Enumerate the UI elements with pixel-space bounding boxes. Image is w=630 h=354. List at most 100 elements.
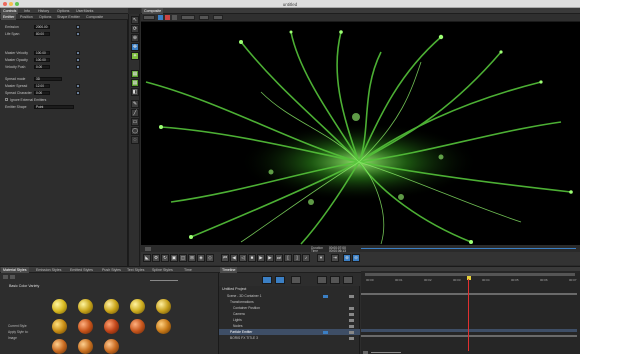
prev-frame-icon[interactable]: ◀: [230, 254, 238, 262]
timeline-zoom-slider[interactable]: [371, 352, 401, 353]
style-thumbnail[interactable]: [130, 299, 145, 314]
grid-toggle[interactable]: [213, 15, 223, 20]
timeline-tracks[interactable]: 00:00 00:01 00:02 00:03 00:04 00:05 00:0…: [361, 271, 580, 354]
pointer-tool-icon[interactable]: ↖: [131, 16, 139, 24]
ellipse-tool-icon[interactable]: ◯: [131, 127, 139, 135]
emitter-shape-select[interactable]: Point: [34, 104, 74, 109]
brush-tool-icon[interactable]: ╱: [131, 109, 139, 117]
loop-icon[interactable]: ↻: [161, 254, 169, 262]
mask-tool-icon[interactable]: ◧: [131, 88, 139, 96]
list-view-icon[interactable]: [317, 276, 327, 284]
go-start-icon[interactable]: ⏮: [221, 254, 229, 262]
keyframe-view-icon[interactable]: [330, 276, 340, 284]
tab-spline-styles[interactable]: Spline Styles: [150, 267, 175, 273]
emission-field[interactable]: 2000.00: [34, 24, 50, 29]
render-icon[interactable]: ◣: [143, 254, 151, 262]
layer2-tool-icon[interactable]: ▦: [131, 79, 139, 87]
style-thumbnail[interactable]: [52, 299, 67, 314]
rect-tool-icon[interactable]: ▭: [131, 118, 139, 126]
track-lock-icon[interactable]: [349, 294, 354, 298]
style-thumbnail[interactable]: [52, 339, 67, 354]
track-lock-icon[interactable]: [349, 336, 354, 340]
grid-view-icon[interactable]: [291, 276, 301, 284]
track-visibility-icon[interactable]: [323, 294, 328, 298]
track-visibility-icon[interactable]: [323, 330, 328, 334]
track-toggle-icon[interactable]: [349, 306, 354, 310]
master-opacity-field[interactable]: 100.00: [34, 57, 50, 62]
style-thumbnail[interactable]: [156, 319, 171, 334]
zoom-tool-icon[interactable]: ⊕: [131, 34, 139, 42]
quality-select[interactable]: [181, 15, 195, 20]
keyframe-toggle[interactable]: [76, 50, 80, 55]
out-point-icon[interactable]: ]: [293, 254, 301, 262]
keyframe-toggle[interactable]: [76, 24, 80, 29]
track-row[interactable]: Untitled Project: [219, 286, 360, 292]
view-select[interactable]: [143, 15, 155, 20]
track-row[interactable]: BORIS FX TITLE 3: [219, 335, 360, 341]
tab-composite[interactable]: Composite: [84, 14, 105, 20]
ignore-external-checkbox[interactable]: [5, 98, 8, 101]
play-reverse-icon[interactable]: ◁: [239, 254, 247, 262]
tab-options-sub[interactable]: Options: [37, 14, 53, 20]
style-thumbnail[interactable]: [78, 319, 93, 334]
tab-emitted-styles[interactable]: Emitted Styles: [68, 267, 95, 273]
red-channel-icon[interactable]: [165, 15, 170, 20]
extra-icon[interactable]: ▾: [317, 254, 325, 262]
master-velocity-field[interactable]: 100.00: [34, 50, 50, 55]
style-thumbnail[interactable]: [130, 319, 145, 334]
spread-character-field[interactable]: 0.00: [34, 90, 50, 95]
track-lock-icon[interactable]: [349, 330, 354, 334]
master-spread-field[interactable]: 12.00: [34, 83, 50, 88]
zoom-out-icon[interactable]: ⊖: [352, 254, 360, 262]
keyframe-toggle[interactable]: [76, 64, 80, 69]
tab-emitter[interactable]: Emitter: [1, 14, 17, 20]
tab-push-styles[interactable]: Push Styles: [100, 267, 123, 273]
style-thumbnail[interactable]: [78, 299, 93, 314]
tab-material-styles[interactable]: Material Styles: [1, 267, 29, 273]
composite-viewer[interactable]: [141, 22, 580, 245]
frame-icon[interactable]: ◫: [179, 254, 187, 262]
life-span-field[interactable]: 80.00: [34, 31, 50, 36]
tab-emission-styles[interactable]: Emission Styles: [34, 267, 63, 273]
tab-timeline[interactable]: Timeline: [220, 267, 238, 273]
track-toggle-icon[interactable]: [349, 324, 354, 328]
zoom-in-icon[interactable]: ⊕: [343, 254, 351, 262]
add-emitter-icon[interactable]: [275, 276, 285, 284]
play-icon[interactable]: ▶: [257, 254, 265, 262]
new-style-icon[interactable]: [10, 275, 15, 279]
tab-position[interactable]: Position: [18, 14, 35, 20]
audio-icon[interactable]: ♪: [302, 254, 310, 262]
speed-icon[interactable]: ⇥: [331, 254, 339, 262]
pen-tool-icon[interactable]: ✎: [131, 100, 139, 108]
time-slider[interactable]: [361, 248, 576, 249]
style-thumbnail[interactable]: [156, 299, 171, 314]
zoom-select[interactable]: [199, 15, 209, 20]
track-toggle-icon[interactable]: [349, 312, 354, 316]
keyframe-toggle[interactable]: [76, 83, 80, 88]
rotate-tool-icon[interactable]: ⟳: [131, 25, 139, 33]
style-thumbnail[interactable]: [78, 339, 93, 354]
style-thumbnail[interactable]: [104, 339, 119, 354]
keyframe-toggle[interactable]: [76, 31, 80, 36]
style-thumbnail[interactable]: [104, 299, 119, 314]
emitter-track-bar[interactable]: [361, 329, 577, 332]
tab-text-styles[interactable]: Text Styles: [125, 267, 146, 273]
keyframe-toggle[interactable]: [76, 57, 80, 62]
in-point-icon[interactable]: [: [284, 254, 292, 262]
style-thumbnail[interactable]: [104, 319, 119, 334]
rgb-icon[interactable]: [158, 15, 163, 20]
folder-icon[interactable]: [3, 275, 8, 279]
channel-icon[interactable]: [172, 15, 177, 20]
marker-icon[interactable]: ◈: [197, 254, 205, 262]
move-tool-icon[interactable]: ✥: [131, 43, 139, 51]
go-end-icon[interactable]: ⏭: [275, 254, 283, 262]
velocity-push-field[interactable]: 0.00: [34, 64, 50, 69]
settings-icon[interactable]: ⚙: [152, 254, 160, 262]
layer-tool-icon[interactable]: ▦: [131, 70, 139, 78]
keyframe-toggle[interactable]: [76, 90, 80, 95]
playhead-line[interactable]: [468, 279, 469, 351]
title-track-bar[interactable]: [361, 335, 577, 337]
scene-track-bar[interactable]: [361, 293, 577, 295]
stop-icon[interactable]: ■: [248, 254, 256, 262]
safe-area-icon[interactable]: ⊞: [188, 254, 196, 262]
